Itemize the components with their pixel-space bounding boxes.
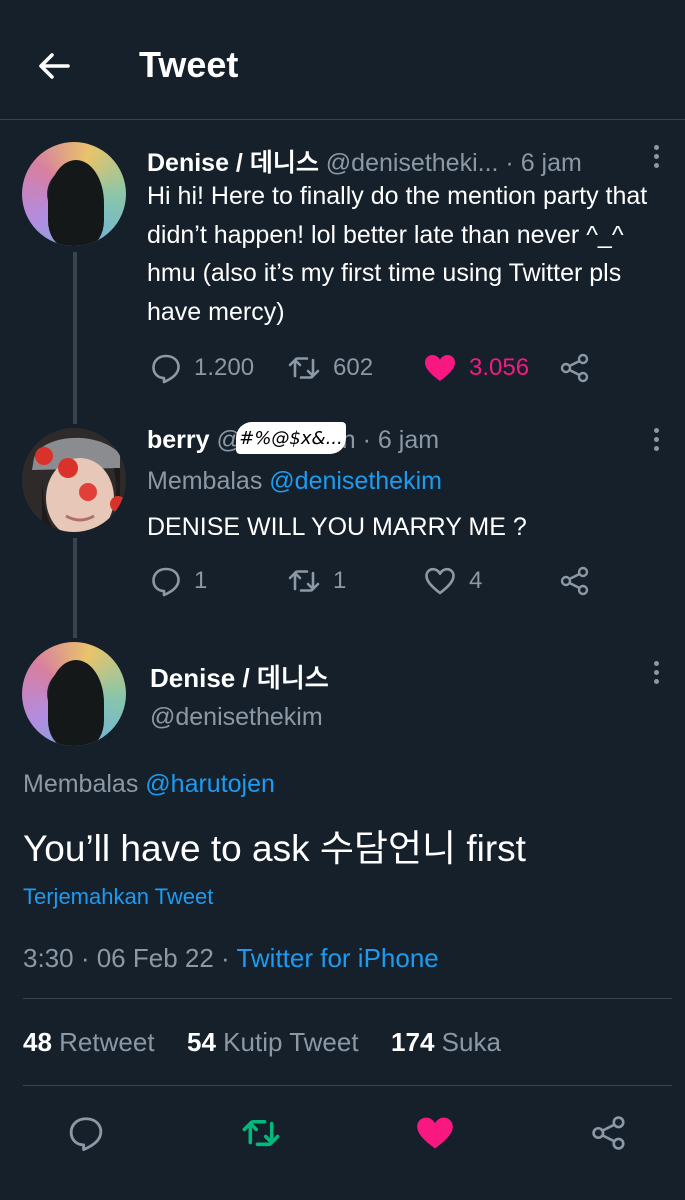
timestamp[interactable]: 6 jam xyxy=(521,149,582,177)
like-button[interactable]: 3.056 xyxy=(423,352,529,384)
more-options-icon[interactable] xyxy=(654,145,662,172)
tweet-header: Denise / 데니스 @denisetheki... · 6 jam xyxy=(147,143,582,179)
censor-sticker: #%@$x&... xyxy=(236,422,346,454)
main-tweet-text: You’ll have to ask 수담언니 first xyxy=(23,828,526,869)
tweet-timestamp-row: 3:30 · 06 Feb 22 · Twitter for iPhone xyxy=(23,943,439,974)
thread-line xyxy=(73,538,77,638)
author-name[interactable]: berry xyxy=(147,426,210,454)
retweet-icon xyxy=(287,352,321,384)
author-handle[interactable]: @denisetheki... xyxy=(326,149,499,177)
tweet-time: 3:30 xyxy=(23,943,74,973)
retweet-count: 1 xyxy=(333,567,347,594)
reply-prefix: Membalas xyxy=(147,467,263,495)
tweet-text: Hi hi! Here to finally do the mention pa… xyxy=(147,182,648,326)
avatar-denise[interactable] xyxy=(22,142,126,246)
heart-filled-icon xyxy=(423,352,457,384)
header-divider xyxy=(0,119,685,120)
like-stat-count: 174 xyxy=(391,1027,435,1057)
share-icon xyxy=(559,565,591,597)
author-name[interactable]: Denise / 데니스 xyxy=(150,658,329,695)
reply-icon xyxy=(150,565,182,597)
like-count: 4 xyxy=(469,567,483,594)
retweet-icon-active[interactable] xyxy=(240,1114,282,1152)
retweet-stat-count: 48 xyxy=(23,1027,52,1057)
heart-outline-icon xyxy=(423,565,457,597)
tweet-text: DENISE WILL YOU MARRY ME ? xyxy=(147,513,527,541)
quote-stat[interactable]: 54 Kutip Tweet xyxy=(187,1027,359,1057)
more-options-icon[interactable] xyxy=(654,661,662,688)
retweet-stat-label: Retweet xyxy=(59,1027,155,1057)
thread-line xyxy=(73,252,77,424)
engagement-stats: 48 Retweet 54 Kutip Tweet 174 Suka xyxy=(23,1027,501,1058)
reply-mention-link[interactable]: @denisethekim xyxy=(269,467,442,495)
page-title: Tweet xyxy=(139,44,239,85)
reply-context: Membalas @harutojen xyxy=(23,770,275,799)
retweet-stat[interactable]: 48 Retweet xyxy=(23,1027,155,1057)
reply-icon[interactable] xyxy=(67,1114,105,1152)
author-handle[interactable]: @denisethekim xyxy=(150,703,323,732)
avatar-silhouette xyxy=(48,160,104,246)
quote-stat-label: Kutip Tweet xyxy=(223,1027,359,1057)
share-icon[interactable] xyxy=(590,1114,628,1152)
quote-stat-count: 54 xyxy=(187,1027,216,1057)
retweet-icon xyxy=(287,565,321,597)
reply-count: 1 xyxy=(194,567,208,594)
like-button[interactable]: 4 xyxy=(423,565,482,597)
reply-prefix: Membalas xyxy=(23,770,139,798)
like-count: 3.056 xyxy=(469,354,530,381)
like-stat-label: Suka xyxy=(441,1027,501,1057)
stats-top-divider xyxy=(23,998,672,999)
back-arrow-icon[interactable] xyxy=(36,48,72,84)
avatar-silhouette xyxy=(48,660,104,746)
timestamp[interactable]: 6 jam xyxy=(378,426,439,454)
reply-button[interactable]: 1.200 xyxy=(150,352,254,384)
separator: · xyxy=(498,149,521,177)
reply-context: Membalas @denisethekim xyxy=(147,467,442,496)
avatar-berry-photo xyxy=(22,428,126,532)
author-name[interactable]: Denise / 데니스 xyxy=(147,149,319,177)
avatar-berry[interactable] xyxy=(22,428,126,532)
share-icon xyxy=(559,352,591,384)
heart-filled-icon[interactable] xyxy=(414,1114,456,1152)
separator: · xyxy=(213,943,237,973)
separator: · xyxy=(355,426,378,454)
stats-bottom-divider xyxy=(23,1085,672,1086)
reply-button[interactable]: 1 xyxy=(150,565,207,597)
reply-count: 1.200 xyxy=(194,354,255,381)
censor-text: #%@$x&... xyxy=(239,427,343,449)
translate-tweet-link[interactable]: Terjemahkan Tweet xyxy=(23,884,213,910)
more-options-icon[interactable] xyxy=(654,428,662,455)
reply-icon xyxy=(150,352,182,384)
tweet-date: 06 Feb 22 xyxy=(96,943,214,973)
avatar-denise[interactable] xyxy=(22,642,126,746)
share-button[interactable] xyxy=(559,565,603,597)
tweet-source-link[interactable]: Twitter for iPhone xyxy=(236,943,438,973)
like-stat[interactable]: 174 Suka xyxy=(391,1027,501,1057)
retweet-button[interactable]: 1 xyxy=(287,565,346,597)
separator: · xyxy=(73,943,97,973)
retweet-button[interactable]: 602 xyxy=(287,352,373,384)
retweet-count: 602 xyxy=(333,354,374,381)
reply-mention-link[interactable]: @harutojen xyxy=(145,770,275,798)
share-button[interactable] xyxy=(559,352,603,384)
